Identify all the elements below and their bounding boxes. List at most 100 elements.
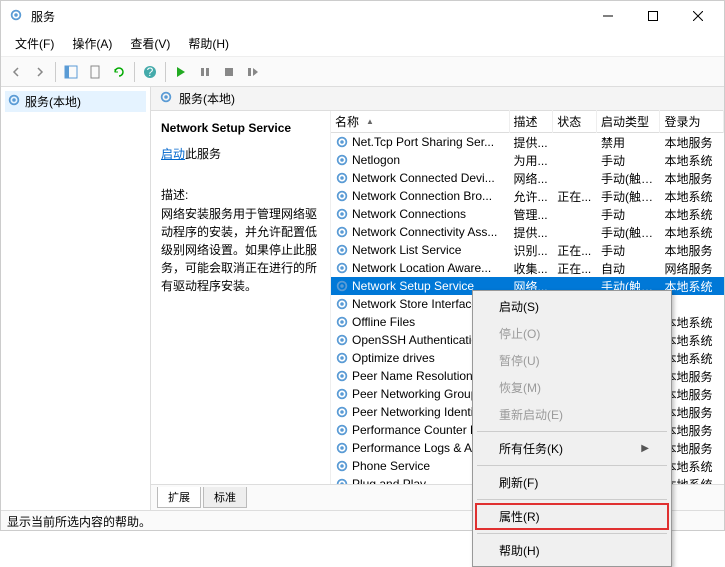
- gear-icon: [335, 423, 349, 438]
- service-start: 手动(触发...: [597, 170, 661, 187]
- service-desc: 管理...: [510, 206, 554, 223]
- service-row[interactable]: Netlogon为用...手动本地系统: [331, 151, 724, 169]
- service-name: Peer Networking Groupi...: [352, 387, 490, 401]
- cm-pause: 暂停(U): [475, 347, 669, 374]
- cm-separator: [477, 499, 667, 500]
- help-button[interactable]: ?: [139, 61, 161, 83]
- gear-icon: [335, 333, 349, 348]
- stop-service-button[interactable]: [218, 61, 240, 83]
- service-logon: 本地服务: [660, 170, 724, 187]
- service-row[interactable]: Net.Tcp Port Sharing Ser...提供...禁用本地服务: [331, 133, 724, 151]
- col-header-status[interactable]: 状态: [553, 110, 597, 133]
- service-status: 正在...: [553, 260, 597, 277]
- window-title: 服务: [31, 8, 585, 25]
- service-row[interactable]: Network Connections管理...手动本地系统: [331, 205, 724, 223]
- service-name: Network Connections: [352, 207, 466, 221]
- tree-node-label: 服务(本地): [25, 93, 81, 110]
- close-button[interactable]: [675, 1, 720, 31]
- service-start: 自动: [597, 260, 661, 277]
- toolbar: ?: [1, 57, 724, 87]
- service-desc: 提供...: [510, 134, 554, 151]
- col-header-desc[interactable]: 描述: [510, 110, 554, 133]
- service-desc: 允许...: [510, 188, 554, 205]
- app-icon: [9, 8, 25, 24]
- start-link[interactable]: 启动: [161, 147, 185, 161]
- col-header-name[interactable]: 名称▲: [331, 110, 510, 133]
- cm-all-tasks[interactable]: 所有任务(K)▶: [475, 435, 669, 462]
- start-service-button[interactable]: [170, 61, 192, 83]
- service-logon: 本地系统: [660, 206, 724, 223]
- service-row[interactable]: Network Location Aware...收集...正在...自动网络服…: [331, 259, 724, 277]
- service-name: Peer Networking Identity...: [352, 405, 492, 419]
- submenu-arrow-icon: ▶: [641, 443, 649, 454]
- col-header-start[interactable]: 启动类型: [597, 110, 661, 133]
- menu-view[interactable]: 查看(V): [122, 33, 178, 54]
- gear-icon: [335, 387, 349, 402]
- menu-help[interactable]: 帮助(H): [180, 33, 237, 54]
- service-logon: 本地系统: [660, 152, 724, 169]
- service-start: 禁用: [597, 134, 661, 151]
- service-row[interactable]: Network Connection Bro...允许...正在...手动(触发…: [331, 187, 724, 205]
- col-header-logon[interactable]: 登录为: [660, 110, 724, 133]
- gear-icon: [335, 459, 349, 474]
- service-name: Netlogon: [352, 153, 400, 167]
- menu-action[interactable]: 操作(A): [64, 33, 120, 54]
- gear-icon: [335, 351, 349, 366]
- tree-pane: 服务(本地): [1, 87, 151, 510]
- service-desc: 网络...: [510, 170, 554, 187]
- gear-icon: [335, 315, 349, 330]
- back-button[interactable]: [5, 61, 27, 83]
- service-start: 手动(触发...: [597, 224, 661, 241]
- gear-icon: [335, 189, 349, 204]
- tree-node-services-local[interactable]: 服务(本地): [5, 91, 146, 112]
- list-header: 名称▲ 描述 状态 启动类型 登录为: [331, 111, 724, 133]
- detail-action: 启动此服务: [161, 145, 320, 162]
- tab-extended[interactable]: 扩展: [157, 487, 201, 508]
- svg-text:?: ?: [147, 65, 154, 79]
- service-row[interactable]: Network Connectivity Ass... 提供... 手动(触发...…: [331, 223, 724, 241]
- cm-help[interactable]: 帮助(H): [475, 537, 669, 564]
- forward-button[interactable]: [29, 61, 51, 83]
- detail-desc-label: 描述:: [161, 186, 320, 203]
- gear-icon: [335, 153, 349, 168]
- tab-standard[interactable]: 标准: [203, 487, 247, 508]
- service-name: Network Connection Bro...: [352, 189, 492, 203]
- menubar: 文件(F) 操作(A) 查看(V) 帮助(H): [1, 31, 724, 57]
- menu-file[interactable]: 文件(F): [7, 33, 62, 54]
- cm-properties[interactable]: 属性(R): [475, 503, 669, 530]
- detail-title: Network Setup Service: [161, 121, 320, 135]
- service-start: 手动: [597, 152, 661, 169]
- cm-restart: 重新启动(E): [475, 401, 669, 428]
- export-button[interactable]: [84, 61, 106, 83]
- gear-icon: [335, 405, 349, 420]
- cm-separator: [477, 465, 667, 466]
- service-row[interactable]: Network Connected Devi...网络...手动(触发...本地…: [331, 169, 724, 187]
- cm-refresh[interactable]: 刷新(F): [475, 469, 669, 496]
- service-desc: 提供...: [510, 224, 554, 241]
- gear-icon: [335, 279, 349, 294]
- cm-start[interactable]: 启动(S): [475, 293, 669, 320]
- cm-separator: [477, 431, 667, 432]
- gear-icon: [335, 135, 349, 150]
- list-heading-label: 服务(本地): [179, 90, 235, 107]
- service-name: Offline Files: [352, 315, 415, 329]
- gear-icon: [335, 207, 349, 222]
- gear-icon: [335, 225, 349, 240]
- gear-icon: [335, 243, 349, 258]
- titlebar: 服务: [1, 1, 724, 31]
- maximize-button[interactable]: [630, 1, 675, 31]
- service-name: Network Connectivity Ass...: [352, 225, 497, 239]
- service-logon: 网络服务: [660, 260, 724, 277]
- pause-service-button[interactable]: [194, 61, 216, 83]
- restart-service-button[interactable]: [242, 61, 264, 83]
- service-name: Network Location Aware...: [352, 261, 491, 275]
- refresh-button[interactable]: [108, 61, 130, 83]
- service-logon: 本地系统: [660, 188, 724, 205]
- cm-separator: [477, 533, 667, 534]
- cm-resume: 恢复(M): [475, 374, 669, 401]
- service-status: 正在...: [553, 242, 597, 259]
- service-row[interactable]: Network List Service识别...正在...手动本地服务: [331, 241, 724, 259]
- gear-icon: [159, 90, 173, 107]
- show-hide-button[interactable]: [60, 61, 82, 83]
- minimize-button[interactable]: [585, 1, 630, 31]
